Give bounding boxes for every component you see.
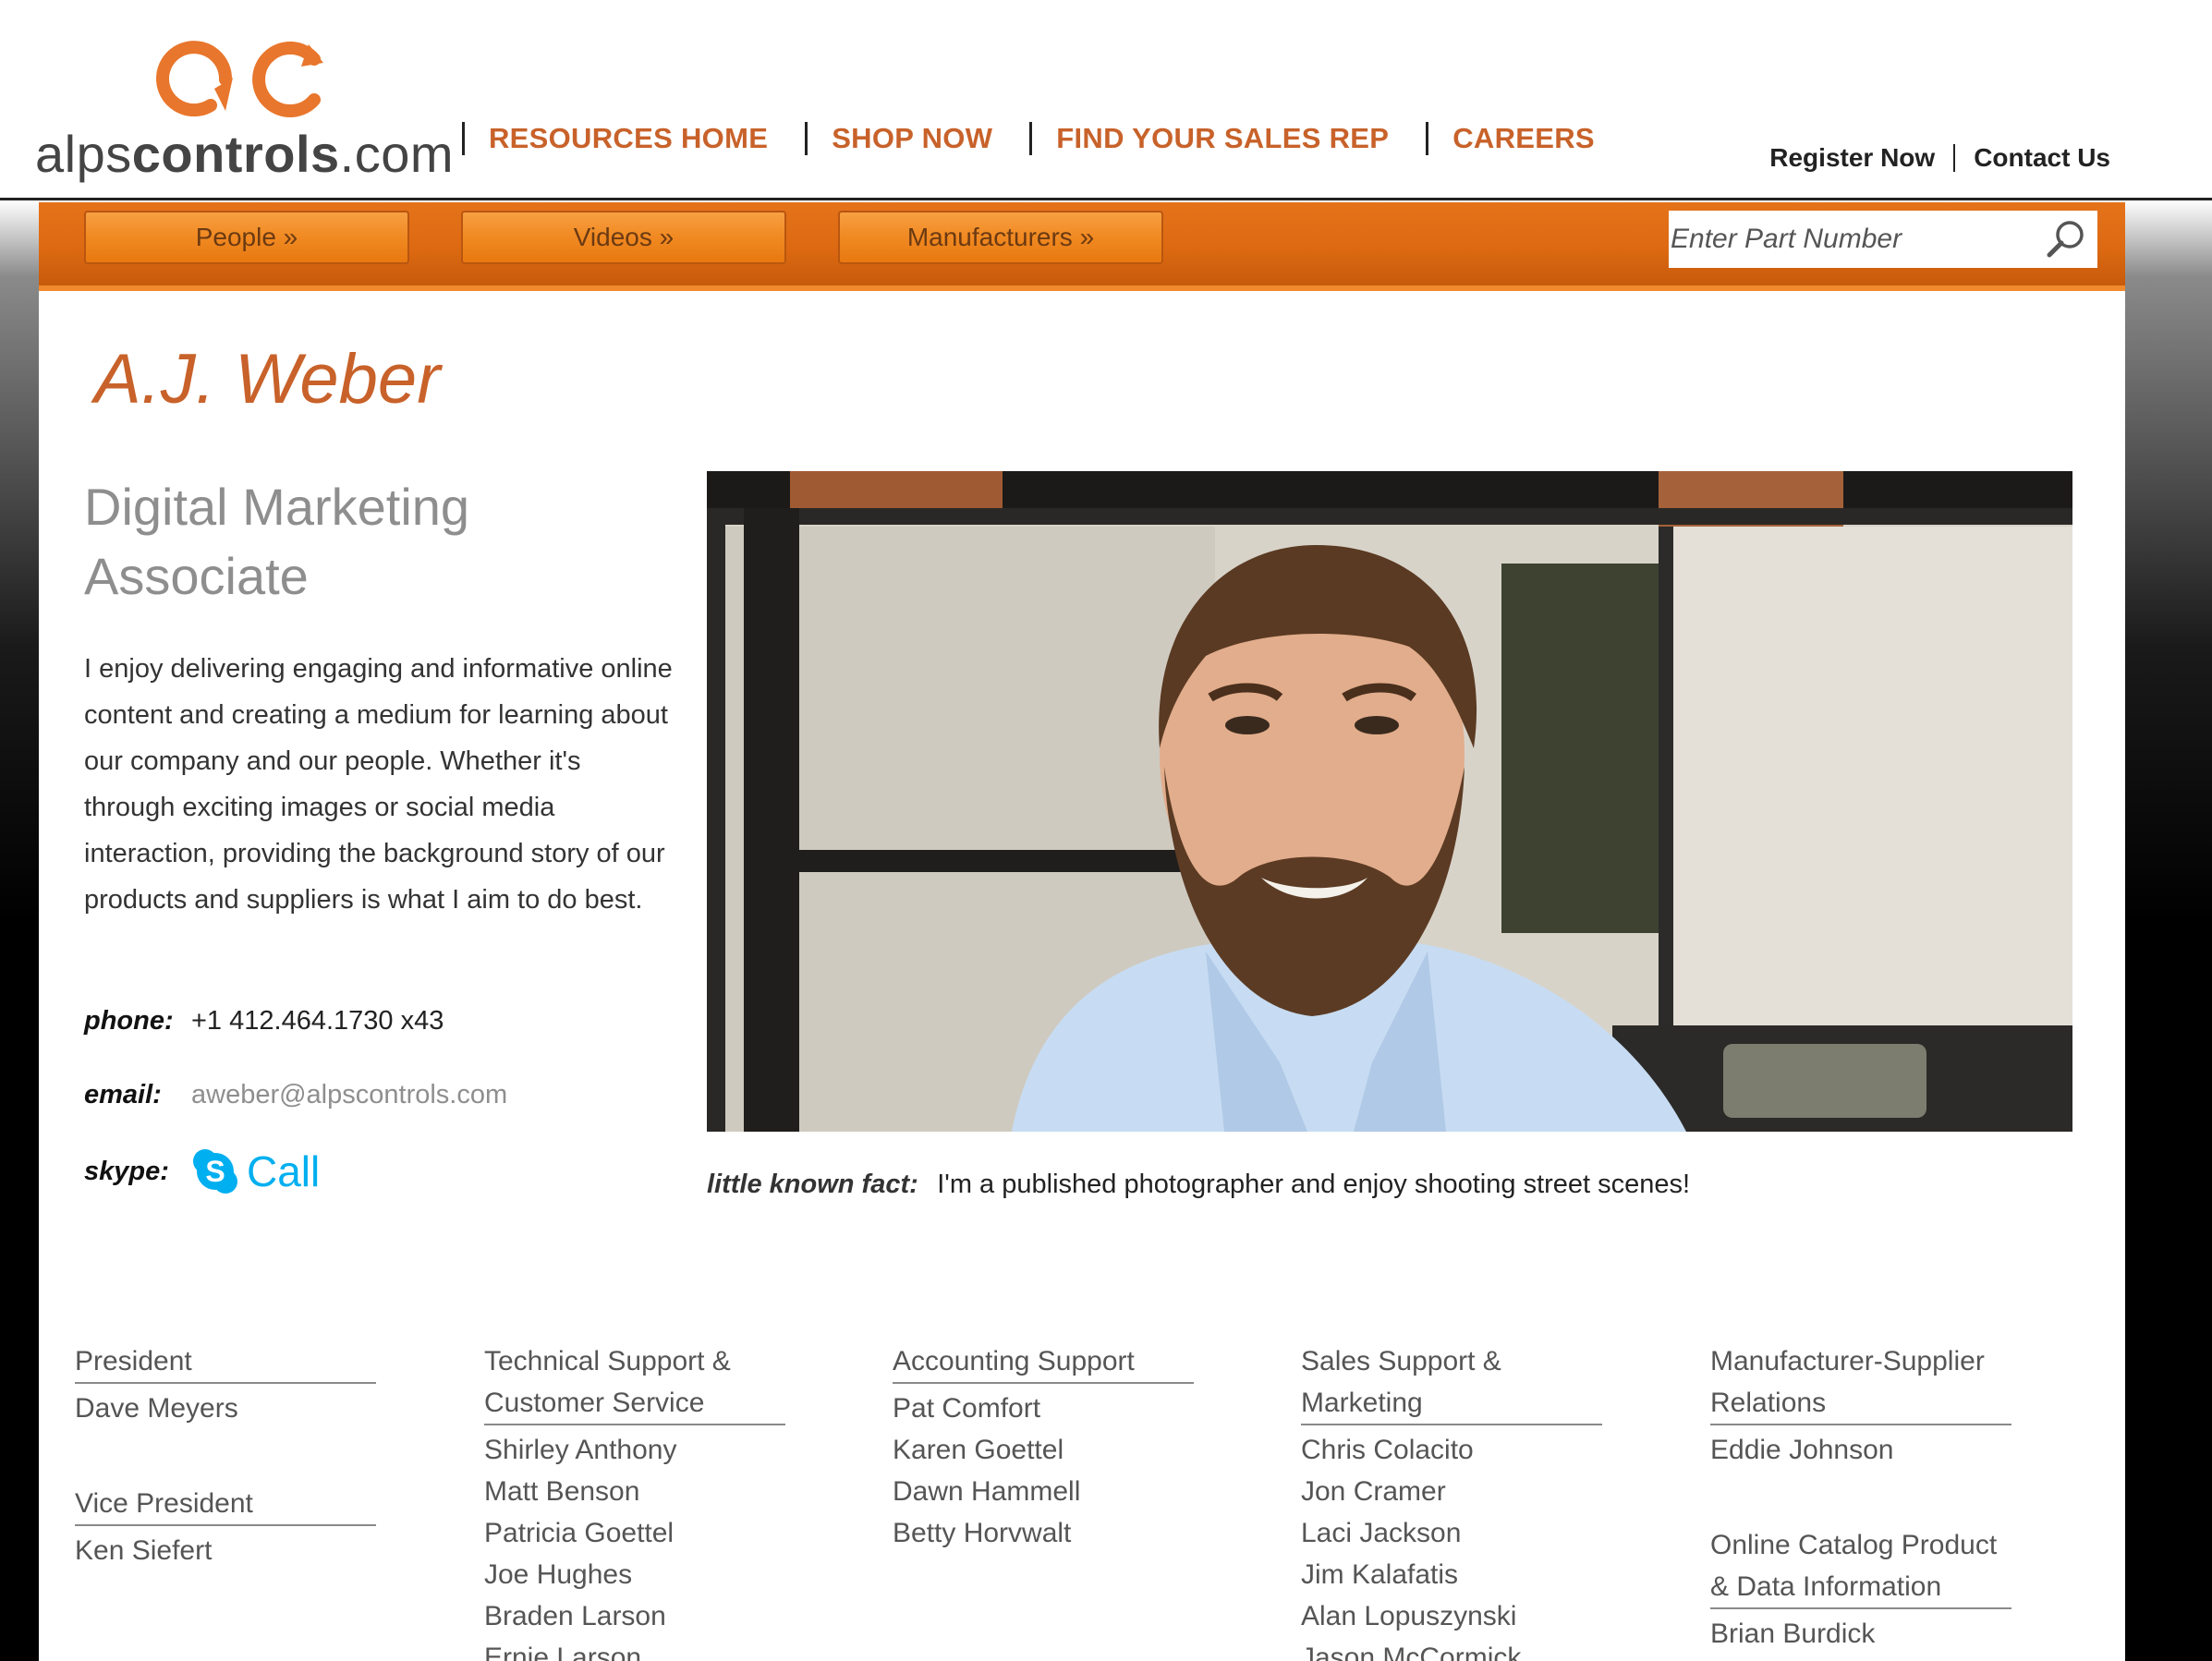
directory-member[interactable]: Alan Lopuszynski [1301, 1595, 1602, 1637]
person-name: A.J. Weber [94, 340, 441, 418]
directory-member[interactable]: Patricia Goettel [484, 1512, 785, 1554]
nav-find-sales-rep[interactable]: FIND YOUR SALES REP [1056, 122, 1389, 155]
skype-icon: S [193, 1149, 237, 1194]
directory-member[interactable]: Dave Meyers [75, 1388, 376, 1429]
directory-heading: Vice President [75, 1483, 376, 1526]
directory-heading: Online Catalog Product & Data Informatio… [1710, 1524, 2011, 1609]
nav-shop-now[interactable]: SHOP NOW [832, 122, 992, 155]
directory-heading: President [75, 1340, 376, 1384]
util-divider [1953, 144, 1956, 172]
email-row: email: aweber@alpscontrols.com [84, 1080, 507, 1110]
manufacturers-button[interactable]: Manufacturers » [838, 211, 1163, 264]
directory-column-2: Technical Support & Customer Service Shi… [484, 1340, 785, 1661]
little-known-fact: little known fact: I'm a published photo… [707, 1170, 1690, 1200]
phone-label: phone: [84, 1006, 174, 1036]
directory-group-online-catalog: Online Catalog Product & Data Informatio… [1710, 1524, 2011, 1655]
directory-member[interactable]: Pat Comfort [893, 1388, 1194, 1429]
directory-column-4: Sales Support & Marketing Chris Colacito… [1301, 1340, 1602, 1661]
nav-careers[interactable]: CAREERS [1452, 122, 1595, 155]
nav-divider [805, 122, 808, 155]
directory-heading: Technical Support & Customer Service [484, 1340, 785, 1425]
directory-member[interactable]: Chris Colacito [1301, 1429, 1602, 1471]
directory-member[interactable]: Braden Larson [484, 1595, 785, 1637]
directory-member[interactable]: Jon Cramer [1301, 1471, 1602, 1512]
logo-arrows-icon [156, 41, 323, 117]
part-search [1669, 211, 2097, 268]
directory-member[interactable]: Joe Hughes [484, 1554, 785, 1595]
directory-group-president: President Dave Meyers [75, 1340, 376, 1429]
people-button[interactable]: People » [84, 211, 409, 264]
skype-label: skype: [84, 1156, 169, 1186]
email-label: email: [84, 1080, 162, 1109]
contact-us-link[interactable]: Contact Us [1974, 143, 2110, 173]
directory-group-sales-support: Sales Support & Marketing Chris Colacito… [1301, 1340, 1602, 1661]
nav-divider [1426, 122, 1429, 155]
register-now-link[interactable]: Register Now [1769, 143, 1935, 173]
directory-member[interactable]: Eddie Johnson [1710, 1429, 2011, 1471]
directory-column-3: Accounting Support Pat Comfort Karen Goe… [893, 1340, 1194, 1607]
skype-call-label: Call [247, 1147, 321, 1195]
directory-heading: Sales Support & Marketing [1301, 1340, 1602, 1425]
content-panel: People » Videos » Manufacturers » A.J. W… [39, 202, 2125, 1661]
profile-photo [707, 471, 2072, 1132]
phone-number[interactable]: +1 412.464.1730 x43 [191, 1006, 444, 1037]
directory-group-tech-support: Technical Support & Customer Service Shi… [484, 1340, 785, 1661]
directory-member[interactable]: Jason McCormick [1301, 1637, 1602, 1661]
directory-member[interactable]: Karen Goettel [893, 1429, 1194, 1471]
directory-member[interactable]: Dawn Hammell [893, 1471, 1194, 1512]
directory-group-manufacturer-relations: Manufacturer-Supplier Relations Eddie Jo… [1710, 1340, 2011, 1471]
directory-heading: Manufacturer-Supplier Relations [1710, 1340, 2011, 1425]
utility-navigation: Register Now Contact Us [1769, 143, 2110, 173]
fact-text: I'm a published photographer and enjoy s… [937, 1170, 1691, 1199]
site-header: alpscontrols.com RESOURCES HOME SHOP NOW… [0, 0, 2212, 200]
person-bio: I enjoy delivering engaging and informat… [84, 654, 673, 915]
directory-column-5: Manufacturer-Supplier Relations Eddie Jo… [1710, 1340, 2011, 1661]
directory-column-1: President Dave Meyers Vice President Ken… [75, 1340, 376, 1625]
magnifier-icon[interactable] [2044, 218, 2086, 261]
directory-member[interactable]: Brian Burdick [1710, 1613, 2011, 1655]
directory-heading: Accounting Support [893, 1340, 1194, 1384]
directory-member[interactable]: Betty Horvwalt [893, 1512, 1194, 1554]
directory-member[interactable]: Shirley Anthony [484, 1429, 785, 1471]
directory-member[interactable]: Jim Kalafatis [1301, 1554, 1602, 1595]
directory-member[interactable]: Matt Benson [484, 1471, 785, 1512]
directory-member[interactable]: Laci Jackson [1301, 1512, 1602, 1554]
fact-label: little known fact: [707, 1170, 918, 1199]
skype-row: skype: S Call [84, 1146, 320, 1196]
nav-divider [462, 122, 465, 155]
directory-member[interactable]: Ken Siefert [75, 1530, 376, 1571]
phone-row: phone: +1 412.464.1730 x43 [84, 1006, 444, 1037]
alpscontrols-logo[interactable]: alpscontrols.com [35, 31, 454, 183]
videos-button[interactable]: Videos » [461, 211, 786, 264]
directory-member[interactable]: Ernie Larson [484, 1637, 785, 1661]
nav-divider [1029, 122, 1033, 155]
directory-group-accounting: Accounting Support Pat Comfort Karen Goe… [893, 1340, 1194, 1554]
email-link[interactable]: aweber@alpscontrols.com [191, 1080, 507, 1110]
logo-wordmark: alpscontrols.com [35, 125, 455, 183]
directory-group-vice-president: Vice President Ken Siefert [75, 1483, 376, 1571]
sub-navigation-bar: People » Videos » Manufacturers » [39, 202, 2125, 291]
part-number-input[interactable] [1671, 211, 2040, 268]
job-title: Digital Marketing Associate [84, 478, 470, 605]
nav-resources-home[interactable]: RESOURCES HOME [489, 122, 768, 155]
skype-call-button[interactable]: S Call [191, 1146, 320, 1196]
svg-text:S: S [205, 1155, 225, 1188]
top-navigation: RESOURCES HOME SHOP NOW FIND YOUR SALES … [462, 122, 1632, 155]
